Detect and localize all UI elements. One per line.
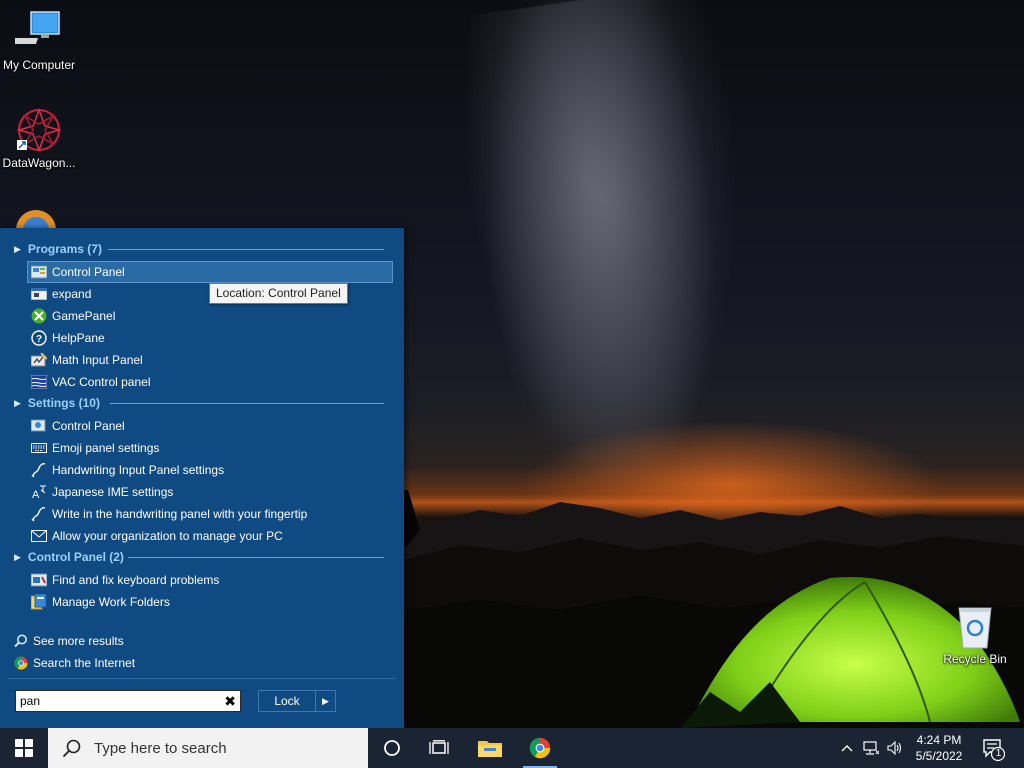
troubleshoot-icon: [31, 572, 47, 588]
notification-count-badge: 1: [995, 748, 1002, 759]
datawagon-icon: [16, 107, 62, 153]
group-divider: [110, 403, 384, 404]
power-options-arrow-button[interactable]: ▶: [316, 690, 336, 712]
network-icon: [863, 741, 879, 755]
task-view-icon: [429, 740, 449, 754]
expand-arrow-icon: ▶: [14, 551, 21, 562]
group-header-programs[interactable]: ▶ Programs (7): [14, 240, 384, 258]
desktop-icon-label: Recycle Bin: [943, 652, 1007, 666]
action-center-button[interactable]: 1: [978, 736, 1008, 762]
result-math-input-panel[interactable]: Math Input Panel: [28, 350, 392, 370]
computer-icon: [15, 11, 60, 44]
start-search-box[interactable]: ✖: [15, 690, 241, 712]
mail-icon: [31, 528, 47, 544]
cortana-icon: [384, 740, 400, 756]
pen-icon: [31, 506, 47, 522]
help-icon: ?: [31, 330, 47, 346]
group-header-settings[interactable]: ▶ Settings (10): [14, 394, 384, 412]
result-manage-work-folders[interactable]: Manage Work Folders: [28, 592, 392, 612]
desktop-icon-datawagon[interactable]: DataWagon...: [0, 106, 81, 170]
clock-time: 4:24 PM: [916, 733, 962, 747]
see-more-results-link[interactable]: See more results: [14, 632, 124, 650]
chevron-up-icon: [841, 745, 853, 752]
start-search-input[interactable]: [20, 692, 210, 710]
result-control-panel-program[interactable]: Control Panel: [27, 261, 393, 283]
work-folders-icon: [31, 594, 47, 610]
show-hidden-icons-button[interactable]: [838, 740, 856, 756]
chrome-icon: [529, 737, 551, 759]
windows-logo-icon: [15, 739, 33, 757]
desktop-icon-my-computer[interactable]: My Computer: [0, 8, 81, 72]
location-tooltip: Location: Control Panel: [209, 283, 348, 304]
vac-icon: [31, 374, 47, 390]
task-view-button[interactable]: [416, 728, 462, 768]
desktop-icon-recycle-bin[interactable]: Recycle Bin: [933, 602, 1017, 666]
desktop-icon-label: My Computer: [2, 58, 76, 72]
result-gamepanel[interactable]: GamePanel: [28, 306, 392, 326]
pen-icon: [31, 462, 47, 478]
volume-button[interactable]: [886, 740, 904, 756]
expand-arrow-icon: ▶: [14, 397, 21, 408]
xbox-icon: [31, 308, 47, 324]
recycle-bin-icon: [958, 607, 992, 649]
cortana-button[interactable]: [369, 728, 415, 768]
volume-icon: [887, 741, 902, 755]
clear-search-icon[interactable]: ✖: [224, 693, 236, 710]
expand-icon: [31, 286, 47, 302]
search-internet-link[interactable]: Search the Internet: [14, 654, 135, 672]
partial-desktop-icon: [16, 210, 56, 230]
result-allow-organization-manage-pc[interactable]: Allow your organization to manage your P…: [28, 526, 392, 546]
taskbar-search-placeholder: Type here to search: [94, 739, 227, 757]
chrome-icon: [14, 656, 28, 670]
panel-divider: [8, 678, 396, 679]
lock-button[interactable]: Lock: [258, 690, 316, 712]
result-emoji-panel-settings[interactable]: Emoji panel settings: [28, 438, 392, 458]
result-helppane[interactable]: ? HelpPane: [28, 328, 392, 348]
svg-text:?: ?: [36, 334, 42, 345]
group-divider: [108, 249, 384, 250]
control-panel-icon: [31, 264, 47, 280]
notification-icon: [983, 739, 1006, 762]
chrome-taskbar-button[interactable]: [517, 728, 563, 768]
file-explorer-button[interactable]: [467, 728, 513, 768]
taskbar: Type here to search 4:24 PM 5/5/2022 1: [0, 728, 1024, 768]
ime-icon: A: [31, 484, 47, 500]
result-vac-control-panel[interactable]: VAC Control panel: [28, 372, 392, 392]
network-button[interactable]: [862, 740, 880, 756]
result-japanese-ime-settings[interactable]: A Japanese IME settings: [28, 482, 392, 502]
search-icon: [62, 739, 81, 758]
result-control-panel-settings[interactable]: Control Panel: [28, 416, 392, 436]
taskbar-clock[interactable]: 4:24 PM 5/5/2022: [910, 732, 968, 764]
taskbar-search-box[interactable]: Type here to search: [48, 728, 368, 768]
svg-text:A: A: [32, 489, 40, 500]
start-button[interactable]: [0, 728, 48, 768]
group-divider: [128, 557, 384, 558]
keyboard-icon: [31, 440, 47, 456]
clock-date: 5/5/2022: [915, 749, 963, 763]
folder-icon: [478, 741, 502, 757]
search-icon: [14, 634, 28, 648]
result-handwriting-input-panel-settings[interactable]: Handwriting Input Panel settings: [28, 460, 392, 480]
desktop-icon-label: DataWagon...: [2, 156, 76, 170]
expand-arrow-icon: ▶: [14, 243, 21, 254]
result-find-fix-keyboard-problems[interactable]: Find and fix keyboard problems: [28, 570, 392, 590]
control-panel-icon: [31, 418, 47, 434]
result-write-handwriting-fingertip[interactable]: Write in the handwriting panel with your…: [28, 504, 392, 524]
math-input-icon: [31, 352, 47, 368]
group-header-control-panel[interactable]: ▶ Control Panel (2): [14, 548, 384, 566]
